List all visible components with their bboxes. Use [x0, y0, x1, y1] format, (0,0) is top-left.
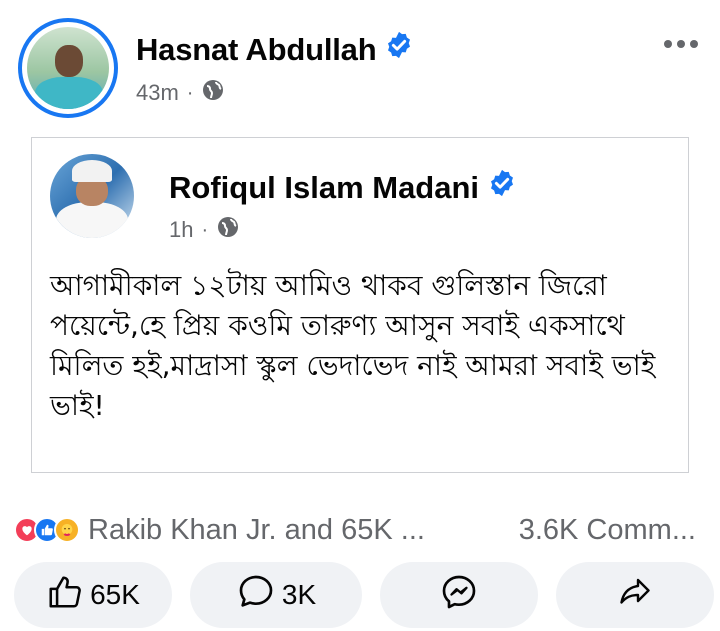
share-button[interactable]: [556, 562, 714, 628]
comment-button[interactable]: 3K: [190, 562, 362, 628]
comment-bubble-icon: [236, 572, 276, 619]
shared-author-name-row: Rofiqul Islam Madani: [169, 168, 517, 206]
post-header: Hasnat Abdullah 43m ·: [18, 18, 708, 118]
post-time[interactable]: 43m: [136, 80, 179, 106]
reaction-icons: [14, 517, 80, 543]
reactions-text[interactable]: Rakib Khan Jr. and 65K ...: [88, 514, 425, 547]
author-avatar[interactable]: [18, 18, 118, 118]
verified-badge-icon: [487, 168, 517, 206]
comments-count[interactable]: 3.6K Comm...: [519, 508, 696, 552]
like-button[interactable]: 65K: [14, 562, 172, 628]
shared-author-avatar[interactable]: [50, 154, 134, 238]
author-avatar-photo: [27, 27, 109, 109]
shared-author-name[interactable]: Rofiqul Islam Madani: [169, 170, 479, 205]
care-reaction-icon: [54, 517, 80, 543]
post-meta: 43m ·: [136, 78, 225, 108]
author-name[interactable]: Hasnat Abdullah: [136, 32, 377, 67]
meta-separator: ·: [201, 218, 209, 241]
verified-badge-icon: [384, 30, 414, 68]
author-name-row: Hasnat Abdullah: [136, 30, 414, 68]
globe-icon: [201, 78, 225, 108]
share-arrow-icon: [617, 574, 653, 617]
send-message-button[interactable]: [380, 562, 538, 628]
more-options-icon[interactable]: [664, 40, 698, 48]
shared-post-text: আগামীকাল ১২টায় আমিও থাকব গুলিস্তান জিরো…: [50, 269, 656, 422]
shared-post-time[interactable]: 1h: [169, 217, 193, 243]
like-count: 65K: [90, 579, 140, 610]
shared-post-card[interactable]: Rofiqul Islam Madani 1h · আগামীকাল ১২টায…: [31, 137, 689, 473]
action-bar: 65K 3K: [14, 562, 714, 628]
meta-separator: ·: [186, 81, 194, 104]
messenger-icon: [439, 572, 479, 619]
reactions-summary[interactable]: Rakib Khan Jr. and 65K ...: [14, 508, 425, 552]
comment-count: 3K: [281, 579, 317, 610]
thumbs-up-icon: [46, 573, 84, 618]
globe-icon: [216, 215, 240, 245]
shared-post-meta: 1h ·: [169, 215, 240, 245]
